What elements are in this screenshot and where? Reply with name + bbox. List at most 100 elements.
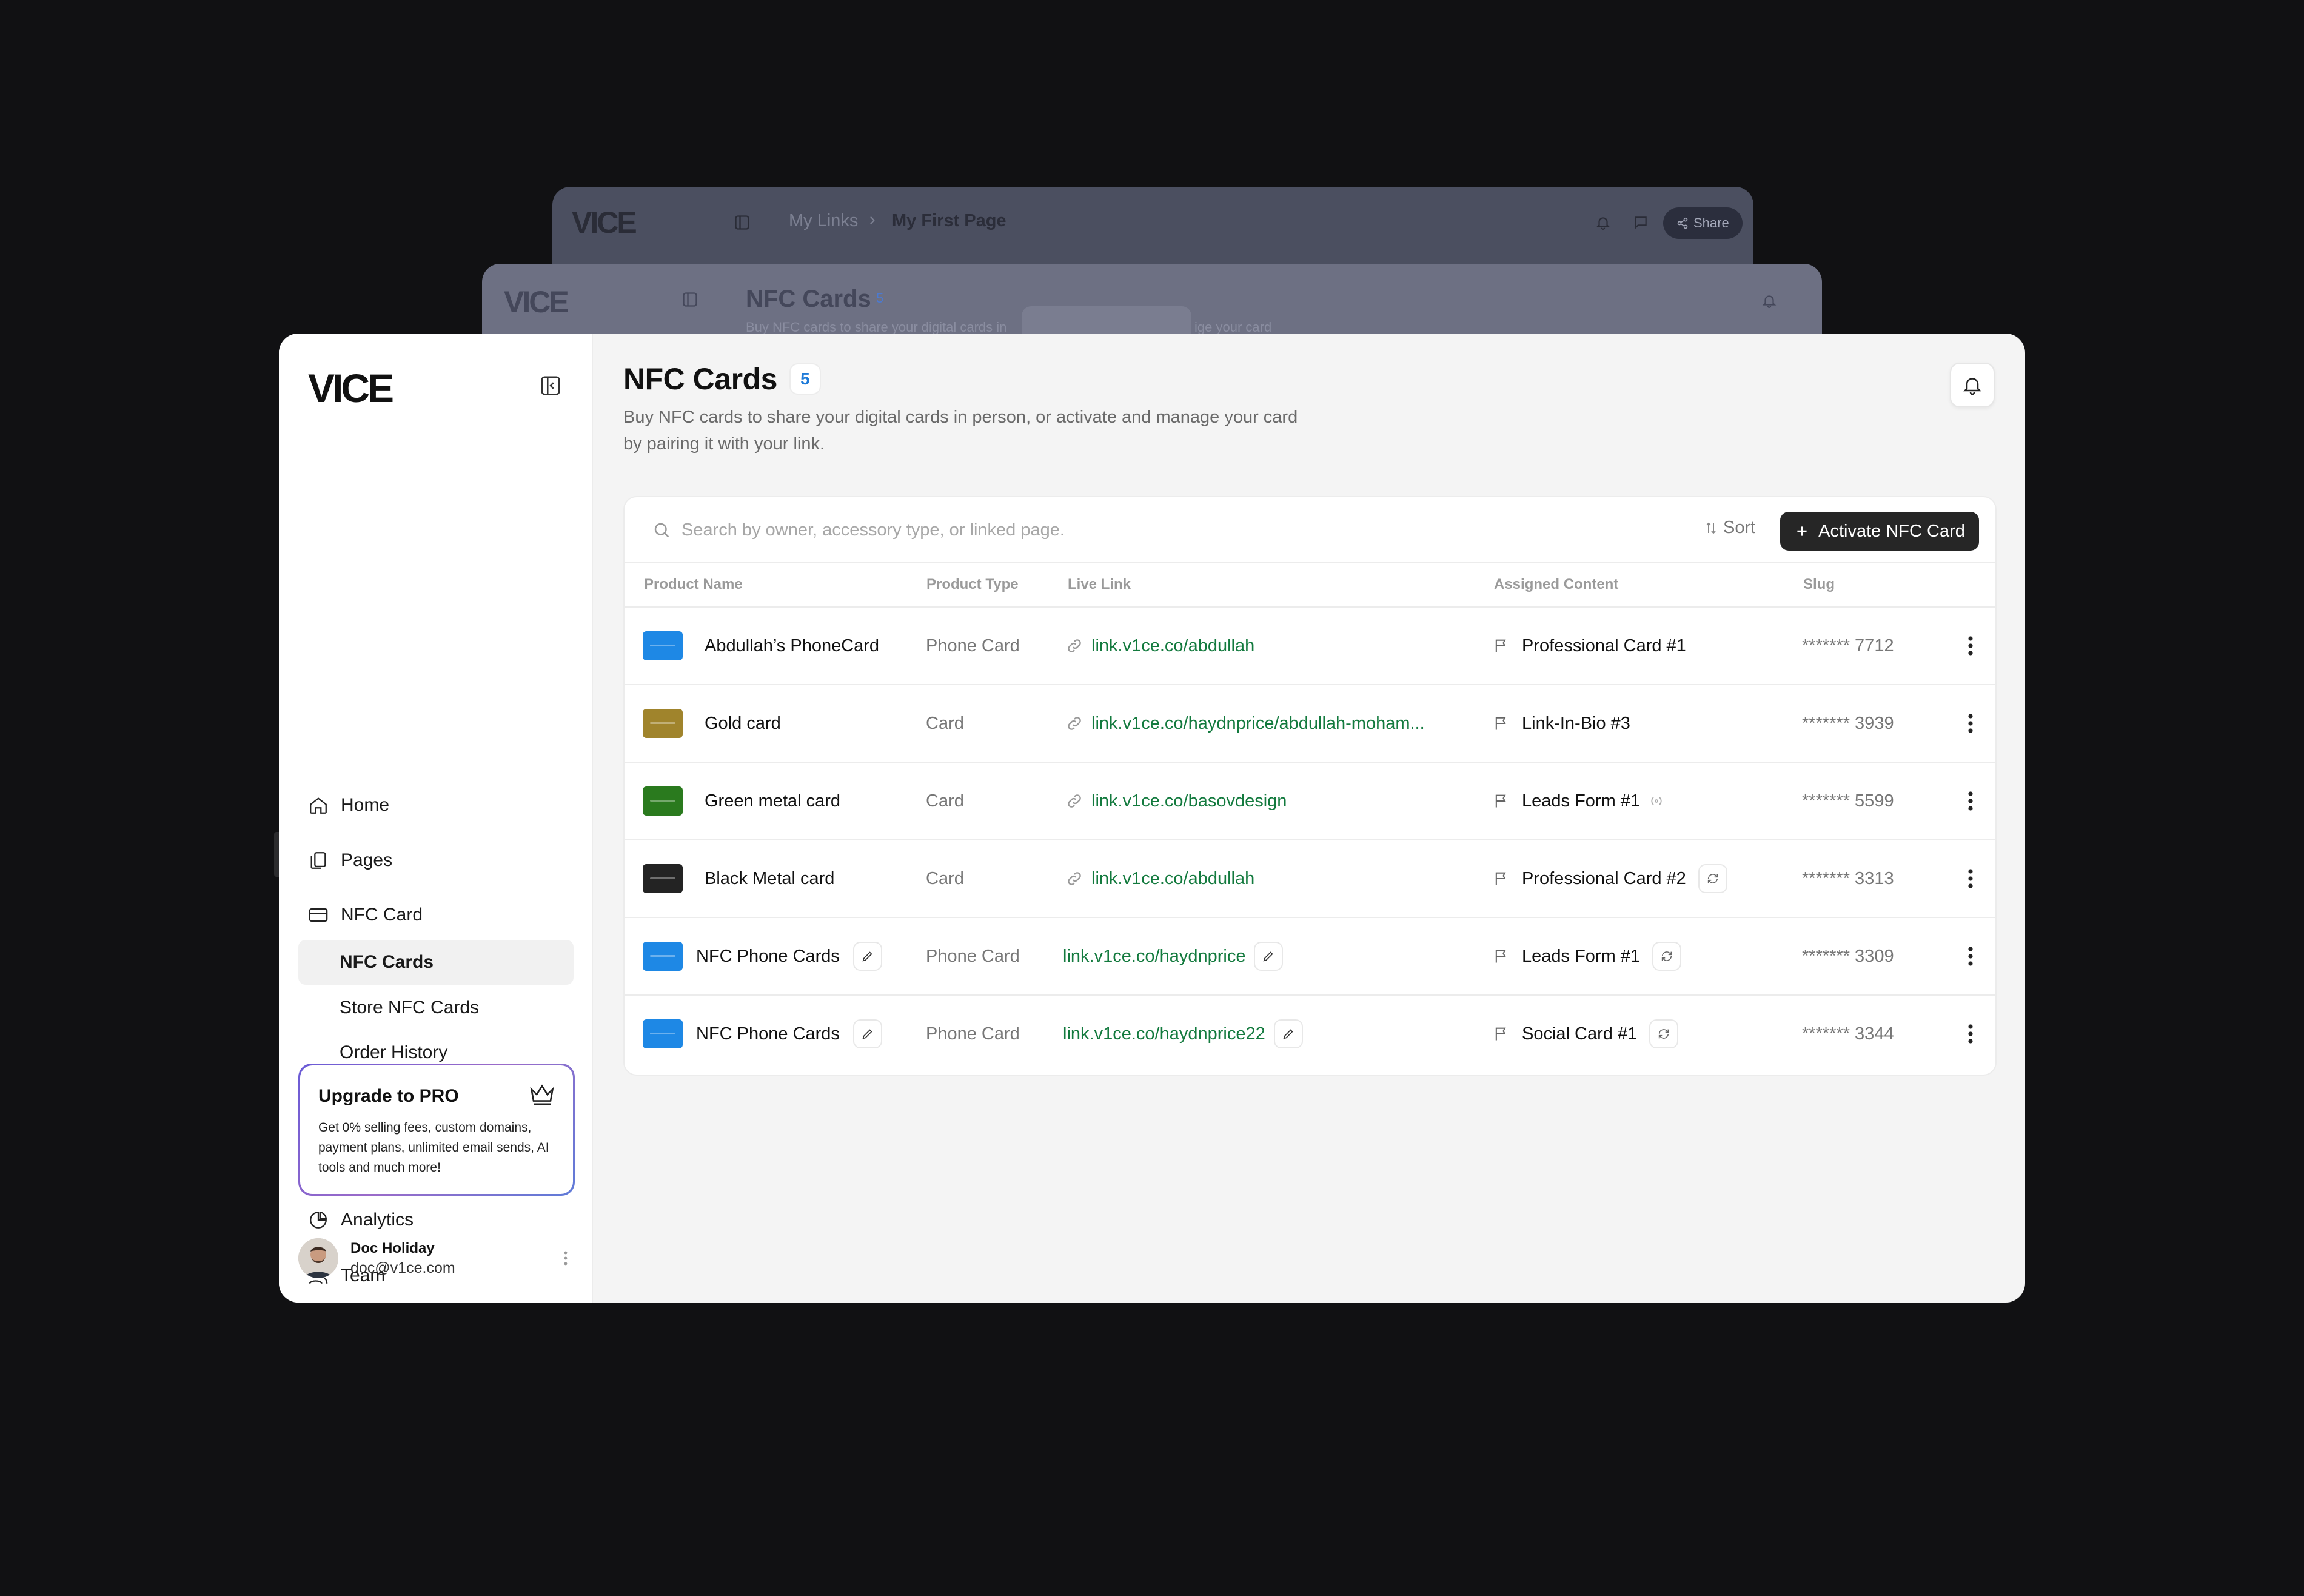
card-thumbnail (643, 1019, 683, 1048)
flag-icon (1495, 950, 1506, 963)
assigned-content-cell: Professional Card #1 (1493, 608, 1686, 684)
live-link[interactable]: link.v1ce.co/basovdesign (1066, 763, 1287, 839)
table-row[interactable]: NFC Phone Cards Phone Card link.v1ce.co/… (625, 996, 1995, 1073)
table-row[interactable]: NFC Phone Cards Phone Card link.v1ce.co/… (625, 918, 1995, 996)
search-input[interactable] (681, 520, 1530, 540)
table-row[interactable]: Black Metal card Card link.v1ce.co/abdul… (625, 840, 1995, 918)
row-menu-button[interactable] (1958, 685, 1983, 762)
user-menu-button[interactable] (557, 1243, 575, 1273)
live-link[interactable]: link.v1ce.co/haydnprice (1063, 918, 1284, 994)
edit-name-button[interactable] (852, 942, 882, 971)
sync-button[interactable] (1698, 864, 1727, 893)
table-row[interactable]: Gold card Card link.v1ce.co/haydnprice/a… (625, 685, 1995, 763)
card-thumbnail (643, 864, 683, 893)
card-icon (309, 908, 328, 922)
sidebar-subitem-nfc-cards[interactable]: NFC Cards (298, 940, 574, 985)
product-name-cell: Green metal card (643, 763, 840, 839)
sidebar-toggle-icon (676, 286, 704, 314)
product-name-cell: NFC Phone Cards (643, 918, 882, 994)
sync-button[interactable] (1652, 942, 1682, 971)
activate-nfc-card-button[interactable]: Activate NFC Card (1780, 512, 1979, 551)
nfc-badge (1649, 795, 1664, 807)
back-count: 5 (876, 290, 884, 306)
user-info: Doc Holiday doc@v1ce.com (350, 1240, 455, 1277)
edit-link-button[interactable] (1273, 1019, 1303, 1048)
column-header-product-name[interactable]: Product Name (644, 576, 743, 593)
sort-label: Sort (1723, 518, 1756, 537)
live-link[interactable]: link.v1ce.co/haydnprice22 (1063, 996, 1303, 1072)
table-row[interactable]: Green metal card Card link.v1ce.co/basov… (625, 763, 1995, 840)
subtitle-line-1: Buy NFC cards to share your digital card… (623, 407, 1298, 427)
count-badge: 5 (789, 363, 821, 395)
plus-icon (1797, 526, 1807, 536)
title-row: NFC Cards 5 (623, 361, 821, 397)
column-header-assigned-content[interactable]: Assigned Content (1494, 576, 1618, 593)
row-menu-button[interactable] (1958, 608, 1983, 684)
sort-button[interactable]: Sort (1704, 518, 1755, 538)
more-vertical-icon (1968, 636, 1973, 656)
notifications-button[interactable] (1950, 363, 1995, 407)
back-logo: VICE (572, 206, 637, 240)
product-name: Gold card (705, 713, 781, 733)
sidebar-item-nfc-card[interactable]: NFC Card (298, 894, 574, 936)
upgrade-card[interactable]: Upgrade to PRO Get 0% selling fees, cust… (298, 1064, 575, 1196)
product-name: NFC Phone Cards (696, 1024, 840, 1044)
column-header-product-type[interactable]: Product Type (926, 576, 1019, 593)
table-row[interactable]: Abdullah’s PhoneCard Phone Card link.v1c… (625, 608, 1995, 685)
row-menu-button[interactable] (1958, 918, 1983, 994)
sidebar-item-label: NFC Card (341, 905, 423, 925)
search-icon (654, 523, 669, 538)
share-button: Share (1663, 207, 1743, 239)
crown-icon (530, 1084, 554, 1105)
product-type-cell: Card (926, 713, 964, 733)
page-title: NFC Cards (623, 362, 777, 396)
breadcrumb-separator-icon: › (869, 210, 876, 229)
live-link[interactable]: link.v1ce.co/abdullah (1066, 840, 1254, 917)
row-menu-button[interactable] (1958, 840, 1983, 917)
chat-icon (1627, 209, 1655, 236)
nfc-signal-icon (1651, 797, 1662, 805)
sidebar-item-home[interactable]: Home (298, 784, 574, 827)
sort-icon (1706, 522, 1716, 534)
product-type-cell: Phone Card (926, 946, 1020, 966)
column-header-slug[interactable]: Slug (1803, 576, 1835, 593)
slug-cell: ******* 7712 (1802, 635, 1894, 656)
row-menu-button[interactable] (1958, 996, 1983, 1072)
flag-icon (1495, 639, 1506, 652)
sidebar-item-pages[interactable]: Pages (298, 839, 574, 882)
flag-icon (1495, 794, 1506, 808)
pencil-icon (1263, 951, 1274, 962)
live-link-text: link.v1ce.co/abdullah (1091, 868, 1255, 888)
column-header-live-link[interactable]: Live Link (1068, 576, 1131, 593)
sidebar-subitem-store-nfc-cards[interactable]: Store NFC Cards (298, 985, 574, 1030)
product-type-cell: Phone Card (926, 635, 1020, 656)
user-email: doc@v1ce.com (350, 1259, 455, 1276)
sync-button[interactable] (1649, 1019, 1679, 1048)
live-link-text: link.v1ce.co/haydnprice22 (1063, 1024, 1265, 1044)
user-profile[interactable]: Doc Holiday doc@v1ce.com (298, 1231, 575, 1286)
assigned-content-cell: Social Card #1 (1493, 996, 1679, 1072)
upgrade-title: Upgrade to PRO (318, 1086, 459, 1106)
sidebar-subitem-label: Store NFC Cards (340, 998, 480, 1018)
row-menu-button[interactable] (1958, 763, 1983, 839)
pencil-icon (862, 951, 872, 962)
more-vertical-icon (1968, 947, 1973, 966)
back-logo: VICE (504, 285, 569, 319)
live-link[interactable]: link.v1ce.co/abdullah (1066, 608, 1254, 684)
pages-icon (310, 852, 326, 869)
live-link[interactable]: link.v1ce.co/haydnprice/abdullah-moham..… (1066, 685, 1425, 762)
edit-link-button[interactable] (1254, 942, 1284, 971)
edit-name-button[interactable] (852, 1019, 882, 1048)
user-name: Doc Holiday (350, 1239, 435, 1256)
assigned-content-cell: Professional Card #2 (1493, 840, 1727, 917)
collapse-sidebar-button[interactable] (537, 372, 564, 399)
sync-icon (1661, 951, 1672, 961)
product-type-cell: Card (926, 868, 964, 888)
pencil-icon (1283, 1029, 1293, 1039)
upgrade-text: Get 0% selling fees, custom domains, pay… (318, 1121, 549, 1175)
page-subtitle: Buy NFC cards to share your digital card… (623, 404, 1351, 457)
product-name-cell: Black Metal card (643, 840, 834, 917)
assigned-content-cell: Leads Form #1 (1493, 918, 1682, 994)
sidebar-subitem-label: NFC Cards (340, 952, 434, 972)
product-name: Green metal card (705, 791, 841, 811)
